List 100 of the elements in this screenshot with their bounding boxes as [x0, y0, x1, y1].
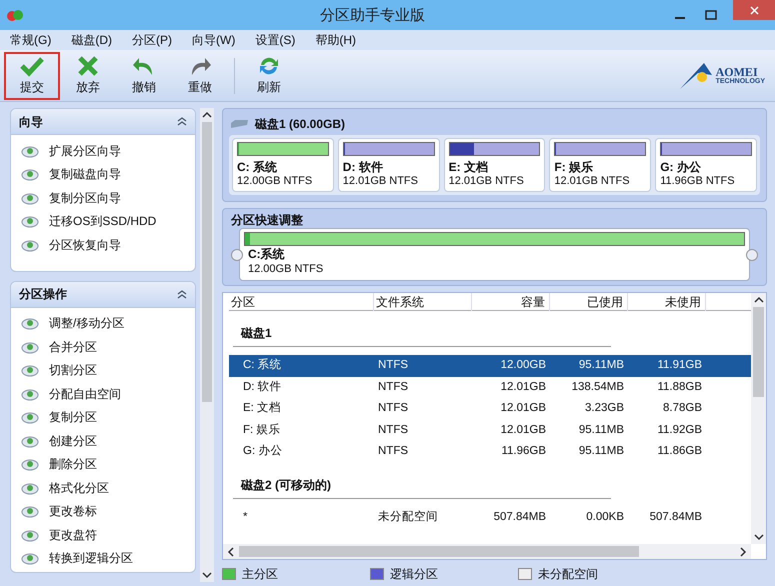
- table-cell-text: 8.78GB: [662, 401, 703, 416]
- column-header[interactable]: 分区: [229, 293, 374, 311]
- group-title: 磁盘2 (可移动的): [240, 476, 331, 494]
- group-title: 磁盘1: [240, 325, 272, 342]
- table-cell-text: NTFS: [377, 380, 410, 395]
- column-header[interactable]: 未使用: [628, 293, 706, 311]
- disk-icon: [21, 528, 39, 542]
- menu-item[interactable]: 分区(P): [132, 31, 172, 49]
- disk-icon: [21, 386, 39, 401]
- sidebar-item[interactable]: 合并分区: [21, 335, 185, 358]
- sidebar-item[interactable]: 复制分区向导: [21, 186, 185, 210]
- table-row[interactable]: F: 娱乐 NTFS 12.01GB 95.11MB 11.92GB: [229, 420, 751, 441]
- table-row[interactable]: G: 办公 NTFS 11.96GB 95.11MB 11.86GB: [229, 441, 751, 462]
- scrollbar[interactable]: [751, 293, 766, 544]
- table-row[interactable]: E: 文档 NTFS 12.01GB 3.23GB 8.78GB: [229, 398, 751, 420]
- disk-icon: [21, 167, 39, 182]
- table-cell-text: 11.91GB: [656, 358, 703, 374]
- partition-card[interactable]: F: 娱乐 12.01GB NTFS: [549, 138, 652, 192]
- table-cell-text: 未分配空间: [377, 509, 439, 525]
- table-cell-text: 12.01GB: [500, 422, 547, 438]
- table-cell-text: NTFS: [377, 401, 410, 416]
- sidebar-item[interactable]: 复制分区: [21, 406, 185, 429]
- menu-item[interactable]: 磁盘(D): [71, 31, 112, 49]
- panel-header[interactable]: 分区操作: [11, 282, 195, 308]
- toolbar-button[interactable]: 撤销: [116, 52, 172, 100]
- sidebar-item[interactable]: 扩展分区向导: [21, 139, 185, 162]
- partition-name: G: 办公: [660, 160, 702, 174]
- panel-title: 向导: [19, 114, 43, 130]
- resize-handle[interactable]: [231, 248, 243, 260]
- sidebar-item[interactable]: 更改盘符: [21, 523, 185, 546]
- table-cell-text: F: 娱乐: [242, 422, 282, 438]
- maximize-icon[interactable]: [705, 10, 717, 20]
- partition-info: 12.01GB NTFS: [554, 174, 631, 188]
- horizontal-scrollbar[interactable]: [223, 544, 751, 559]
- sidebar-item[interactable]: 格式化分区: [21, 476, 185, 500]
- partition-name: E: 文档: [448, 160, 489, 174]
- table-cell-text: 12.01GB: [500, 401, 547, 416]
- column-header[interactable]: 已使用: [550, 293, 628, 311]
- scroll-left-icon[interactable]: [227, 546, 235, 556]
- partition-card[interactable]: D: 软件 12.01GB NTFS: [338, 138, 440, 192]
- scroll-up-icon[interactable]: [754, 296, 764, 304]
- sidebar-item[interactable]: 切割分区: [21, 358, 185, 382]
- resize-handle[interactable]: [746, 248, 758, 260]
- disk-icon: [21, 410, 39, 424]
- menu-item[interactable]: 常规(G): [10, 31, 52, 49]
- partition-card[interactable]: C: 系统 12.00GB NTFS: [232, 138, 334, 192]
- sidebar-item[interactable]: 转换到逻辑分区: [21, 546, 185, 570]
- partition-name: F: 娱乐: [554, 160, 594, 174]
- table-cell-text: NTFS: [377, 358, 410, 374]
- sidebar-item[interactable]: 分区恢复向导: [21, 233, 185, 256]
- sidebar-item[interactable]: 调整/移动分区: [21, 312, 185, 335]
- legend-swatch: [518, 568, 532, 580]
- table-cell-text: 12.00GB: [500, 358, 547, 374]
- table-cell-text: D: 软件: [242, 380, 283, 395]
- sidebar-item[interactable]: 复制磁盘向导: [21, 162, 185, 186]
- menu-item[interactable]: 向导(W): [192, 31, 236, 49]
- scroll-up-icon[interactable]: [202, 111, 212, 119]
- table-cell-text: E: 文档: [242, 400, 282, 416]
- column-header[interactable]: 容量: [472, 293, 550, 311]
- table-cell-text: 11.92GB: [656, 422, 703, 438]
- panel-title: 分区快速调整: [231, 212, 304, 228]
- column-header[interactable]: 文件系统: [374, 293, 472, 311]
- sidebar-item[interactable]: 更改卷标: [21, 500, 185, 523]
- sidebar-item[interactable]: 迁移OS到SSD/HDD: [21, 210, 185, 233]
- disk-icon: [21, 363, 39, 378]
- legend-swatch: [370, 568, 384, 580]
- scrollbar[interactable]: [200, 108, 214, 582]
- table-cell-text: 12.01GB: [500, 380, 547, 395]
- partition-card[interactable]: G: 办公 11.96GB NTFS: [655, 138, 757, 192]
- table-cell-text: 95.11MB: [578, 358, 625, 374]
- toolbar-button[interactable]: 放弃: [60, 52, 116, 100]
- panel-header[interactable]: 向导: [11, 109, 195, 135]
- table-row[interactable]: C: 系统 NTFS 12.00GB 95.11MB 11.91GB: [229, 355, 751, 376]
- toolbar-button[interactable]: 提交: [4, 52, 60, 100]
- table-row[interactable]: D: 软件 NTFS 12.01GB 138.54MB 11.88GB: [229, 376, 751, 398]
- checkmark-icon: [19, 55, 45, 77]
- scroll-down-icon[interactable]: [202, 571, 212, 579]
- close-button[interactable]: [733, 0, 775, 20]
- close-icon: [75, 55, 101, 77]
- partition-name: C:系统: [247, 246, 286, 262]
- scroll-right-icon[interactable]: [739, 546, 747, 556]
- sidebar-item[interactable]: 删除分区: [21, 452, 185, 476]
- collapse-icon: [177, 117, 187, 126]
- partition-slider[interactable]: C:系统 12.00GB NTFS: [239, 228, 750, 281]
- disk-icon: [21, 434, 39, 448]
- toolbar-button[interactable]: 刷新: [241, 52, 297, 100]
- partition-card[interactable]: E: 文档 12.01GB NTFS: [444, 138, 546, 192]
- table-row[interactable]: * 未分配空间 507.84MB 0.00KB 507.84MB: [229, 506, 751, 528]
- toolbar-button[interactable]: 重做: [172, 52, 228, 100]
- sidebar-item[interactable]: 分配自由空间: [21, 382, 185, 406]
- menu-item[interactable]: 设置(S): [255, 31, 296, 49]
- legend-label: 未分配空间: [538, 566, 598, 583]
- scroll-down-icon[interactable]: [754, 533, 764, 541]
- sidebar-item[interactable]: 创建分区: [21, 429, 185, 452]
- disk-icon: [21, 340, 39, 354]
- table-cell-text: 95.11MB: [578, 444, 625, 460]
- disk-icon: [21, 214, 39, 228]
- menu-item[interactable]: 帮助(H): [315, 31, 356, 49]
- table-cell-text: 0.00KB: [585, 510, 625, 525]
- table-cell-text: C: 系统: [242, 357, 283, 374]
